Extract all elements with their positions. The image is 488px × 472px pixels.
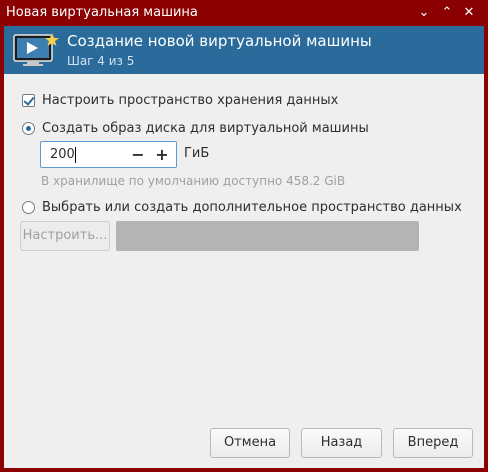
- radio-selected-dot: [26, 126, 31, 131]
- create-image-label: Создать образ диска для виртуальной маши…: [42, 121, 369, 136]
- available-space-text: В хранилище по умолчанию доступно 458.2 …: [41, 174, 346, 188]
- create-image-row[interactable]: Создать образ диска для виртуальной маши…: [22, 121, 369, 136]
- disk-size-value[interactable]: 200: [50, 147, 75, 162]
- cancel-button[interactable]: Отмена: [210, 428, 290, 458]
- disk-size-stepper[interactable]: 200 − +: [40, 141, 177, 168]
- minimize-icon[interactable]: ⌄: [414, 3, 434, 23]
- text-cursor: [75, 147, 76, 163]
- window-title: Новая виртуальная машина: [6, 5, 198, 20]
- step-indicator: Шаг 4 из 5: [67, 54, 135, 68]
- decrement-button[interactable]: −: [127, 144, 149, 165]
- maximize-icon[interactable]: ⌃: [437, 3, 457, 23]
- title-bar[interactable]: Новая виртуальная машина ⌄ ⌃ ✕: [0, 0, 488, 26]
- create-image-radio[interactable]: [22, 122, 35, 135]
- close-icon[interactable]: ✕: [459, 3, 479, 23]
- configure-button[interactable]: Настроить...: [20, 221, 110, 251]
- enable-storage-label: Настроить пространство хранения данных: [42, 93, 339, 108]
- new-vm-monitor-icon: [13, 33, 59, 66]
- select-custom-label: Выбрать или создать дополнительное прост…: [42, 200, 462, 215]
- increment-button[interactable]: +: [151, 144, 173, 165]
- checkmark-icon: [23, 94, 35, 106]
- enable-storage-row[interactable]: Настроить пространство хранения данных: [22, 93, 338, 108]
- wizard-header: Создание новой виртуальной машины Шаг 4 …: [4, 26, 484, 74]
- storage-path-field[interactable]: [116, 221, 419, 251]
- select-custom-row[interactable]: Выбрать или создать дополнительное прост…: [22, 200, 462, 215]
- next-button[interactable]: Вперед: [393, 428, 473, 458]
- select-custom-radio[interactable]: [22, 201, 35, 214]
- new-vm-dialog: Новая виртуальная машина ⌄ ⌃ ✕ Создание …: [0, 0, 488, 472]
- page-title: Создание новой виртуальной машины: [67, 32, 372, 50]
- enable-storage-checkbox[interactable]: [22, 94, 35, 107]
- size-unit-label: ГиБ: [184, 146, 210, 161]
- back-button[interactable]: Назад: [301, 428, 382, 458]
